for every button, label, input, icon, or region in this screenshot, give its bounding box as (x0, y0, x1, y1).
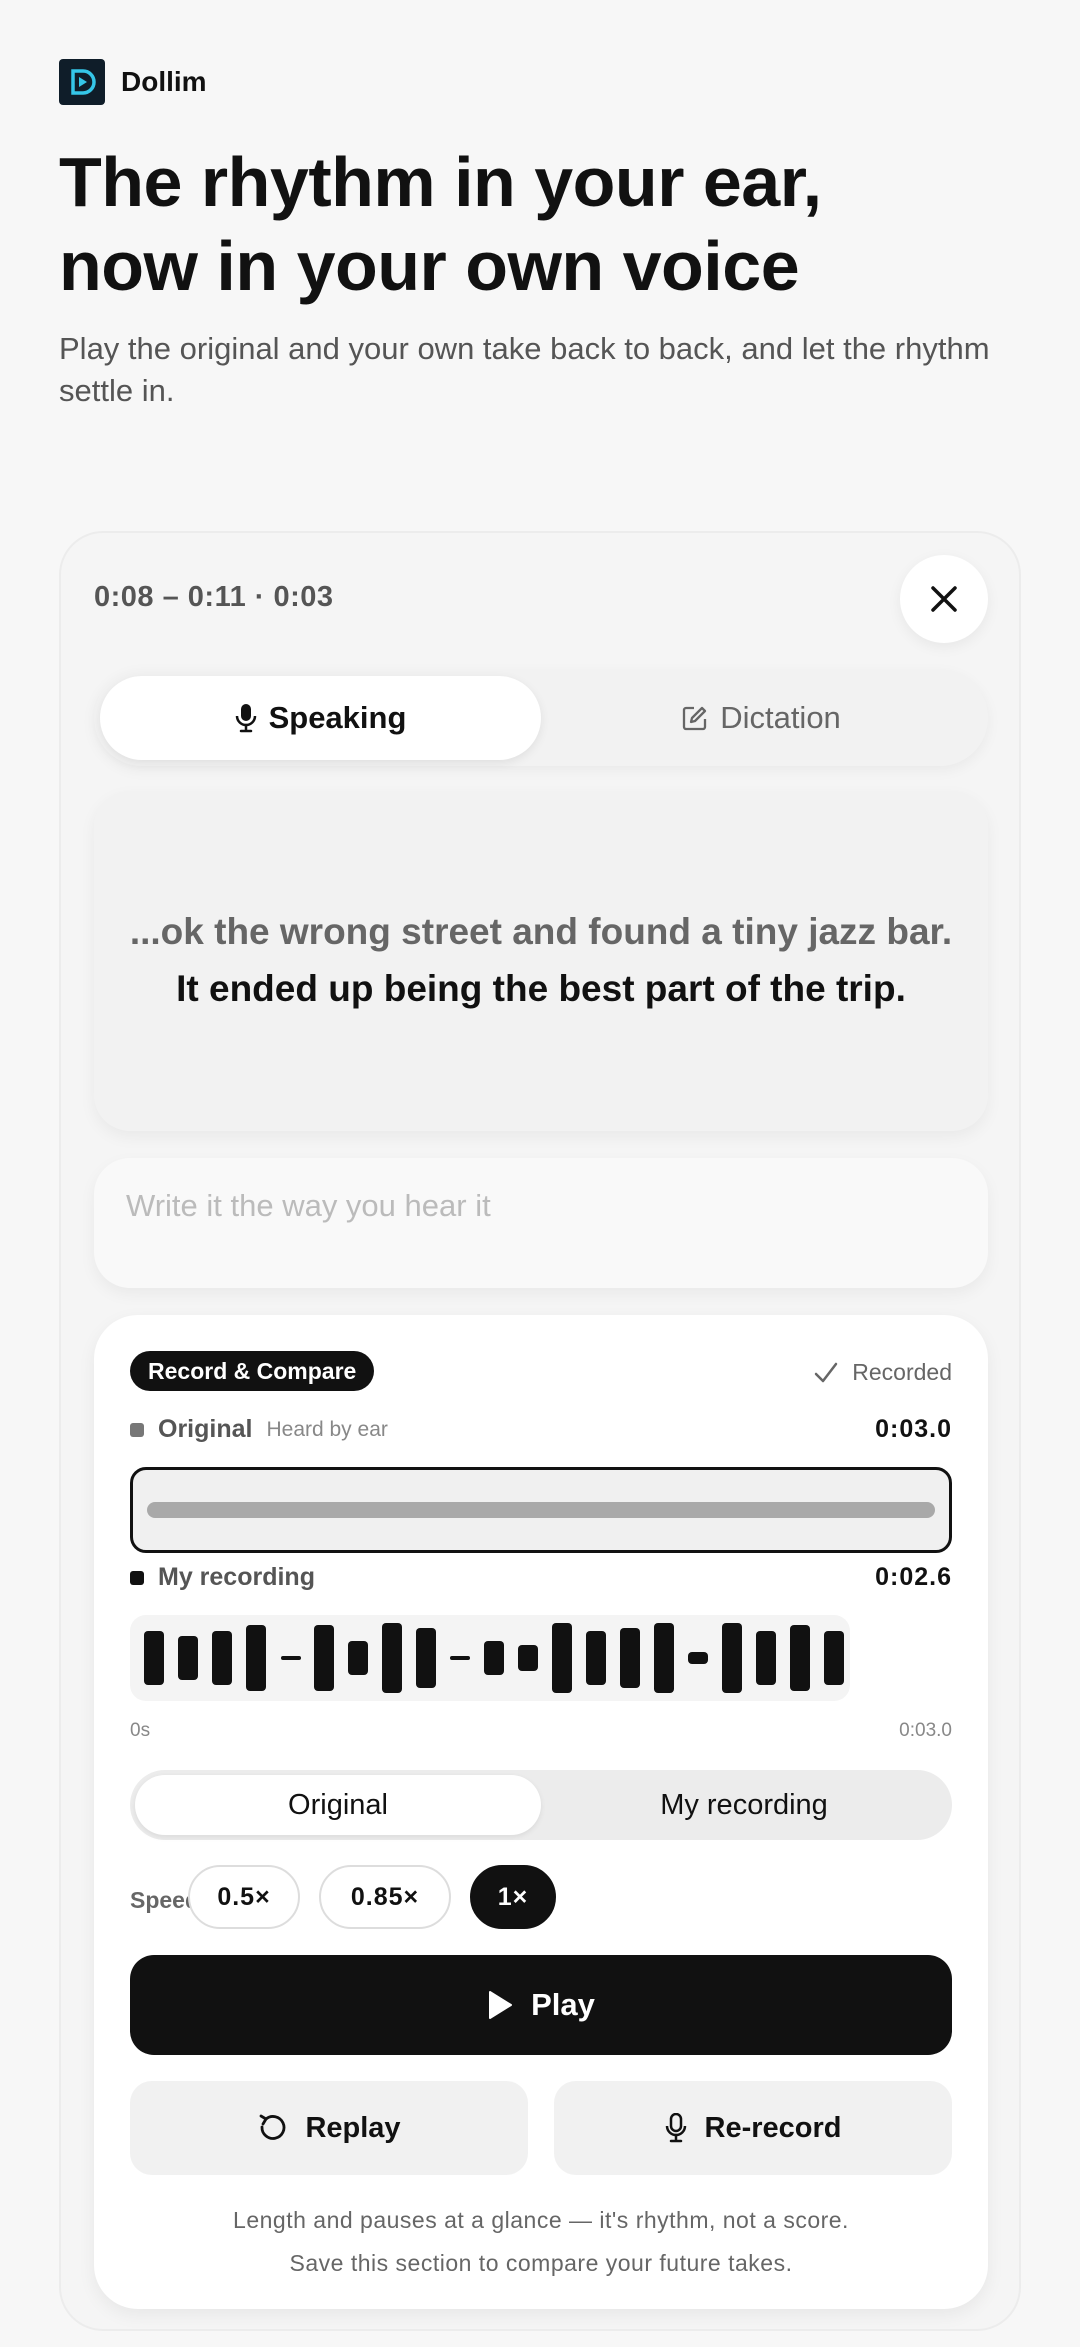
brand-name: Dollim (121, 66, 207, 97)
check-icon (815, 1362, 838, 1382)
brand: Dollim (59, 59, 207, 105)
my-recording-waveform[interactable] (130, 1615, 850, 1701)
microphone-icon (665, 2113, 686, 2143)
my-recording-track-header: My recording 0:02.6 (130, 1563, 952, 1592)
tab-speaking[interactable]: Speaking (100, 676, 541, 760)
rerecord-label: Re-record (704, 2111, 842, 2144)
wave-bar (722, 1623, 742, 1693)
original-duration: 0:03.0 (875, 1415, 952, 1443)
wave-bar (586, 1631, 606, 1685)
compare-option-original[interactable]: Original (135, 1775, 541, 1835)
wave-bar (212, 1631, 232, 1685)
speed-0-5-button[interactable]: 0.5× (188, 1865, 300, 1929)
speed-0-85-button[interactable]: 0.85× (319, 1865, 451, 1929)
wave-bar (348, 1641, 368, 1675)
original-waveform[interactable] (130, 1467, 952, 1553)
close-icon (931, 586, 957, 612)
tab-speaking-label: Speaking (268, 700, 407, 735)
sentence-display: ...ok the wrong street and found a tiny … (94, 791, 988, 1131)
answer-box (94, 1158, 988, 1288)
wave-bar (416, 1628, 436, 1688)
title-line-2: now in your own voice (59, 227, 800, 305)
play-label: Play (531, 1987, 595, 2022)
wave-bar (144, 1631, 164, 1685)
play-badge-icon (59, 59, 105, 105)
close-button[interactable] (900, 555, 988, 643)
page-subtitle: Play the original and your own take back… (59, 331, 990, 408)
wave-bar (824, 1631, 844, 1685)
wave-bar (178, 1636, 198, 1680)
record-compare-badge: Record & Compare (130, 1351, 375, 1391)
replay-button[interactable]: Replay (130, 2081, 528, 2175)
wave-bar (484, 1641, 504, 1675)
footnote-line-1: Length and pauses at a glance — it's rhy… (233, 2207, 849, 2233)
tab-dictation[interactable]: Dictation (541, 676, 982, 760)
original-track-hint: Heard by ear (266, 1417, 388, 1441)
compare-toggle: Original My recording (130, 1770, 952, 1840)
wave-pause (450, 1656, 470, 1660)
speed-1-button[interactable]: 1× (470, 1865, 556, 1929)
wave-bar (246, 1625, 266, 1691)
compare-option-my-recording[interactable]: My recording (541, 1775, 947, 1835)
wave-pause (281, 1656, 301, 1660)
original-dot (130, 1422, 144, 1437)
microphone-icon (235, 704, 256, 733)
original-track-name: Original (158, 1415, 253, 1443)
edit-icon (683, 706, 707, 731)
wave-bar (756, 1631, 776, 1685)
recorded-status: Recorded (814, 1359, 952, 1386)
play-button[interactable]: Play (130, 1955, 952, 2055)
scale-end: 0:03.0 (899, 1720, 952, 1741)
wave-bar (382, 1623, 402, 1693)
play-icon (489, 1991, 513, 2019)
wave-bar (314, 1625, 334, 1691)
current-sentence: It ended up being the best part of the t… (176, 968, 906, 1009)
original-track-header: Original Heard by ear 0:03.0 (130, 1415, 952, 1444)
wave-bar (654, 1623, 674, 1693)
wave-bar (518, 1645, 538, 1671)
wave-bar (552, 1623, 572, 1693)
my-recording-dot (130, 1570, 144, 1585)
replay-icon (260, 2114, 286, 2140)
my-recording-track-name: My recording (158, 1563, 315, 1591)
page-title: The rhythm in your ear, now in your own … (59, 140, 1019, 308)
mode-tabs: Speaking Dictation (94, 670, 988, 766)
recorded-label: Recorded (852, 1359, 952, 1385)
scale-start: 0s (130, 1720, 151, 1741)
previous-sentence: ...ok the wrong street and found a tiny … (129, 911, 953, 952)
tab-dictation-label: Dictation (720, 700, 841, 735)
title-line-1: The rhythm in your ear, (59, 143, 822, 221)
dictation-input[interactable] (94, 1158, 988, 1288)
footnote-line-2: Save this section to compare your future… (289, 2250, 793, 2276)
wave-bar (790, 1625, 810, 1691)
time-range: 0:08 – 0:11 · 0:03 (94, 581, 334, 613)
practice-card: 0:08 – 0:11 · 0:03 Speaking Dictation ..… (59, 531, 1021, 2331)
wave-bar (688, 1652, 708, 1664)
record-compare-panel: Record & Compare Recorded Original Heard… (94, 1315, 988, 2309)
original-waveform-fill (147, 1502, 935, 1518)
wave-bar (620, 1628, 640, 1688)
my-recording-duration: 0:02.6 (875, 1563, 952, 1591)
rerecord-button[interactable]: Re-record (554, 2081, 952, 2175)
replay-label: Replay (305, 2111, 401, 2144)
